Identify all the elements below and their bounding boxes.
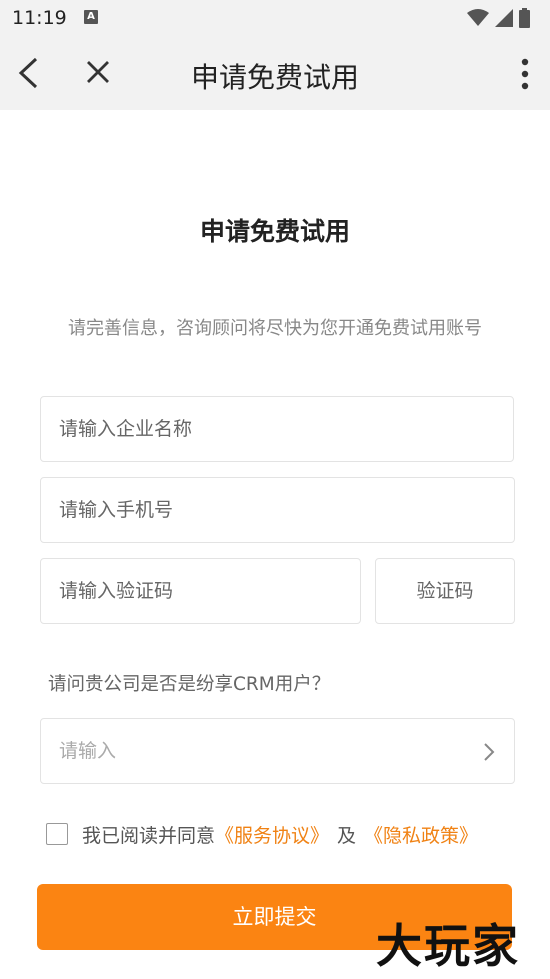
page-subtitle: 请完善信息，咨询顾问将尽快为您开通免费试用账号: [68, 318, 482, 339]
notification-a-icon: A: [84, 10, 98, 24]
verification-code-input[interactable]: [41, 559, 360, 623]
signal-icon: [495, 9, 513, 27]
status-icons: [467, 8, 530, 28]
agree-checkbox[interactable]: [46, 823, 68, 845]
company-name-field[interactable]: [40, 396, 514, 462]
company-name-input[interactable]: [41, 397, 513, 461]
crm-user-input[interactable]: [41, 719, 514, 783]
verification-code-field[interactable]: [40, 558, 361, 624]
crm-user-select[interactable]: [40, 718, 515, 784]
phone-field[interactable]: [40, 477, 515, 543]
nav-bar: 申请免费试用: [0, 36, 550, 110]
status-time: 11:19: [12, 7, 67, 29]
wifi-icon: [467, 9, 489, 26]
agreement-row: 我已阅读并同意 《服务协议》 及 《隐私政策》: [46, 820, 478, 848]
privacy-policy-link[interactable]: 《隐私政策》: [364, 821, 478, 848]
page-heading: 申请免费试用: [199, 217, 350, 246]
and-text: 及: [337, 824, 357, 847]
nav-title: 申请免费试用: [190, 61, 359, 94]
crm-user-question: 请问贵公司是否是纷享CRM用户？: [48, 674, 331, 695]
more-vertical-icon[interactable]: [520, 58, 530, 90]
status-bar: 11:19 A: [0, 0, 550, 36]
get-code-button[interactable]: 验证码: [375, 558, 515, 624]
service-agreement-link[interactable]: 《服务协议》: [215, 821, 329, 848]
watermark-text: 大玩家: [376, 919, 520, 973]
agree-text: 我已阅读并同意: [82, 824, 216, 847]
chevron-right-icon: [484, 743, 495, 761]
battery-icon: [519, 8, 530, 28]
phone-input[interactable]: [41, 478, 514, 542]
